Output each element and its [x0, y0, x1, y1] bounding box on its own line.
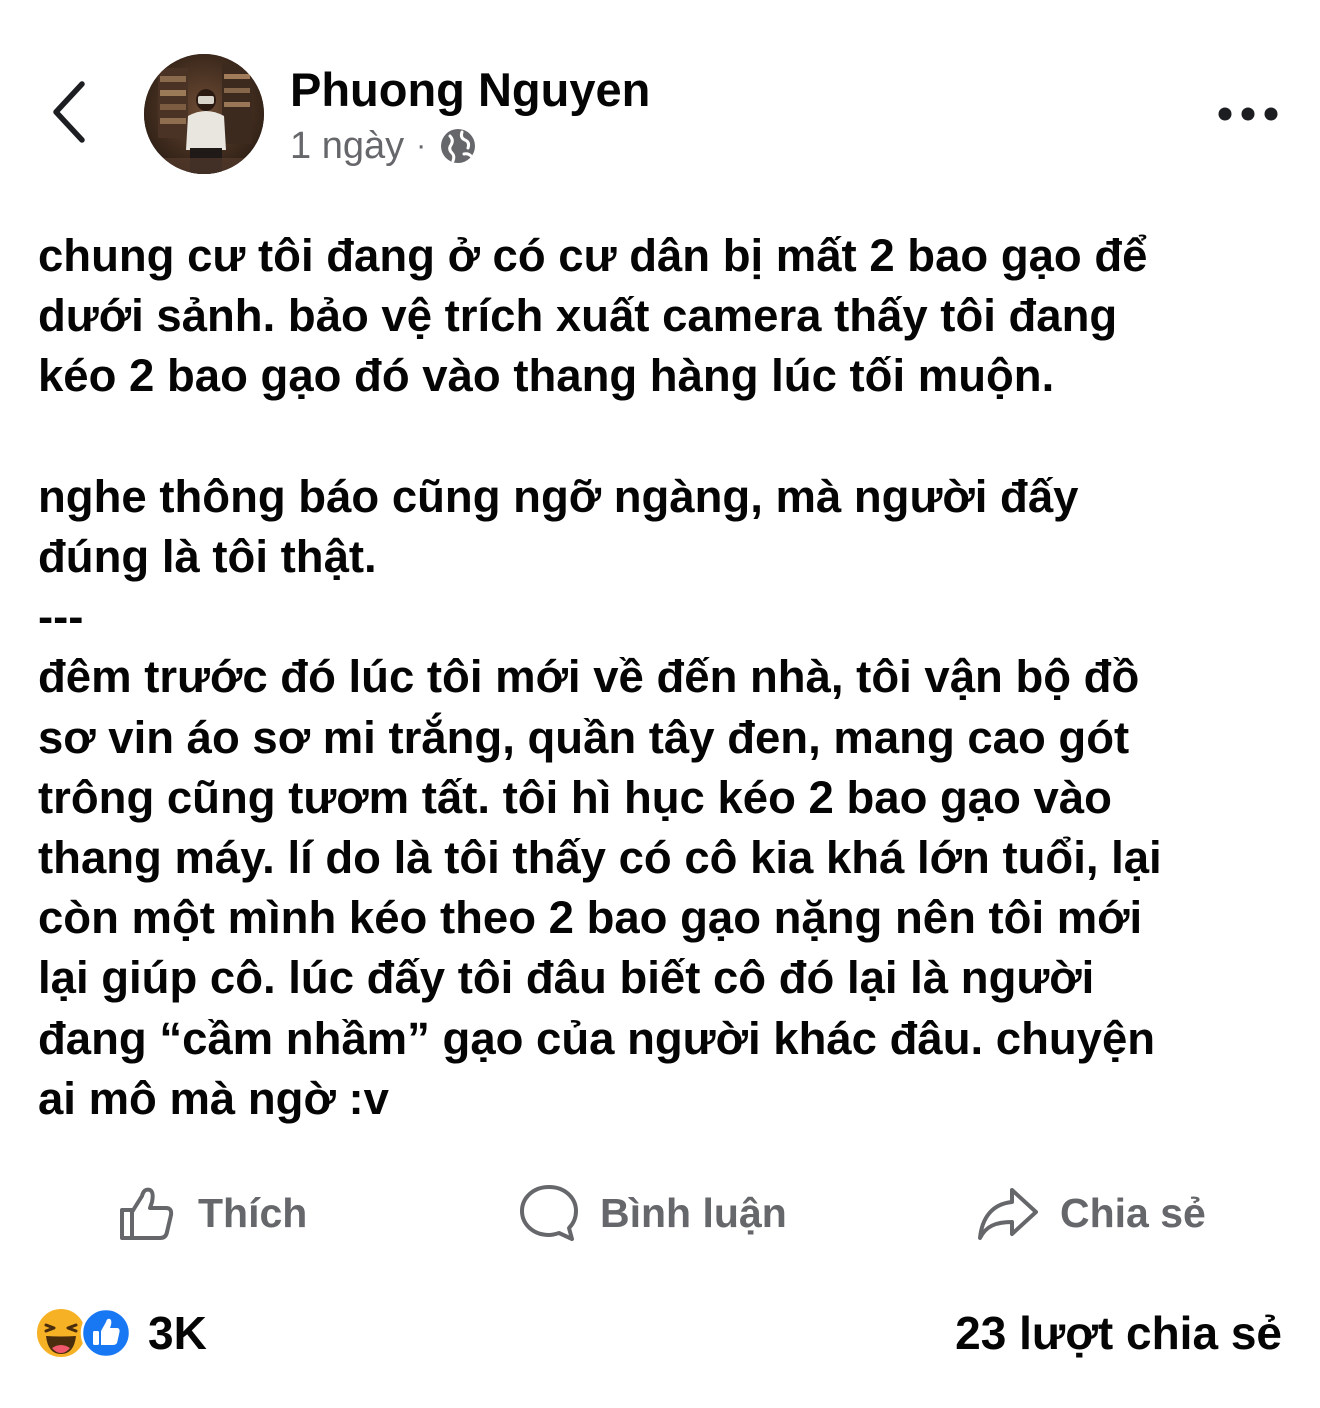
- post-meta: 1 ngày ·: [290, 122, 478, 170]
- comment-label: Bình luận: [600, 1189, 787, 1236]
- post-timestamp[interactable]: 1 ngày: [290, 125, 404, 168]
- globe-icon: [441, 129, 476, 163]
- share-arrow-icon: [978, 1188, 1038, 1240]
- like-label: Thích: [198, 1189, 308, 1236]
- more-dots-icon: [1218, 107, 1278, 121]
- more-options-button[interactable]: [1214, 96, 1284, 132]
- like-icon: [80, 1307, 132, 1359]
- action-bar: Thích Bình luận Chia sẻ: [0, 1170, 1320, 1256]
- reactions-summary[interactable]: 3K: [34, 1306, 207, 1360]
- reaction-count: 3K: [148, 1307, 207, 1359]
- post-header: Phuong Nguyen 1 ngày ·: [0, 0, 1320, 200]
- post-body: chung cư tôi đang ở có cư dân bị mất 2 b…: [38, 230, 1162, 1124]
- avatar[interactable]: [144, 54, 264, 174]
- share-label: Chia sẻ: [1060, 1189, 1206, 1236]
- back-button[interactable]: [40, 76, 100, 148]
- share-button[interactable]: Chia sẻ: [976, 1170, 1206, 1256]
- author-name[interactable]: Phuong Nguyen: [290, 60, 650, 120]
- post-stats: 3K 23 lượt chia sẻ: [0, 1298, 1320, 1368]
- comment-bubble-icon: [520, 1185, 578, 1241]
- thumbs-up-icon: [120, 1187, 174, 1240]
- profile-photo: [144, 54, 264, 174]
- comment-button[interactable]: Bình luận: [518, 1170, 787, 1256]
- like-button[interactable]: Thích: [116, 1170, 307, 1256]
- chevron-left-icon: [53, 81, 85, 143]
- share-count[interactable]: 23 lượt chia sẻ: [955, 1306, 1282, 1360]
- meta-separator: ·: [416, 129, 427, 162]
